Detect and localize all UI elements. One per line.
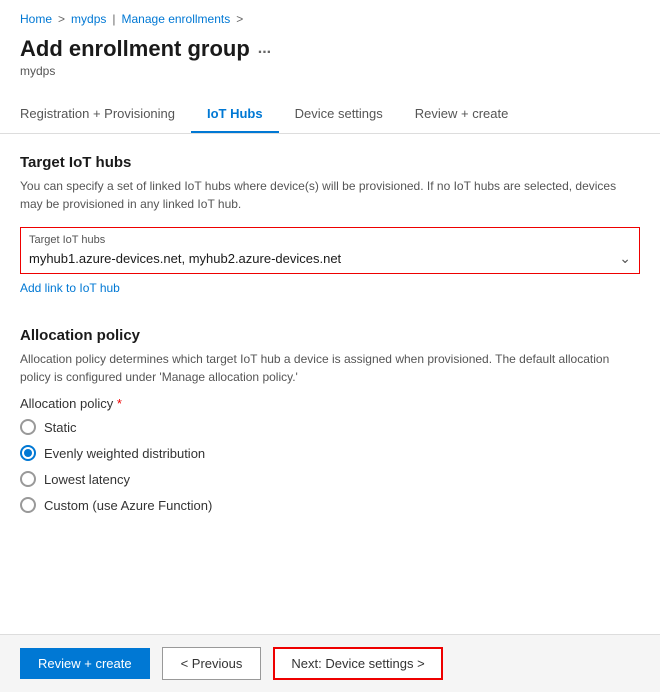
target-iot-hubs-title: Target IoT hubs [20, 154, 640, 171]
target-iot-hubs-value: myhub1.azure-devices.net, myhub2.azure-d… [29, 251, 341, 266]
radio-evenly-weighted-label: Evenly weighted distribution [44, 446, 205, 461]
required-marker: * [117, 396, 122, 411]
radio-static-label: Static [44, 420, 77, 435]
radio-custom[interactable]: Custom (use Azure Function) [20, 497, 640, 513]
add-link-iot-hub[interactable]: Add link to IoT hub [20, 281, 120, 295]
allocation-policy-label: Allocation policy * [20, 396, 640, 411]
radio-evenly-weighted[interactable]: Evenly weighted distribution [20, 445, 640, 461]
target-iot-hubs-field-label: Target IoT hubs [29, 234, 631, 246]
allocation-policy-desc: Allocation policy determines which targe… [20, 350, 640, 386]
radio-custom-circle [20, 497, 36, 513]
allocation-policy-radio-group: Static Evenly weighted distribution Lowe… [20, 419, 640, 513]
radio-static[interactable]: Static [20, 419, 640, 435]
tab-iot-hubs[interactable]: IoT Hubs [191, 96, 279, 133]
next-device-settings-button[interactable]: Next: Device settings > [273, 647, 442, 680]
footer: Review + create < Previous Next: Device … [0, 634, 660, 692]
tab-registration[interactable]: Registration + Provisioning [20, 96, 191, 133]
radio-lowest-latency[interactable]: Lowest latency [20, 471, 640, 487]
tab-device-settings[interactable]: Device settings [279, 96, 399, 133]
radio-static-circle [20, 419, 36, 435]
breadcrumb-home[interactable]: Home [20, 12, 52, 26]
breadcrumb-sep3: > [236, 12, 243, 26]
breadcrumb: Home > mydps | Manage enrollments > [0, 0, 660, 32]
tab-bar: Registration + Provisioning IoT Hubs Dev… [0, 96, 660, 134]
breadcrumb-manage[interactable]: Manage enrollments [122, 12, 231, 26]
allocation-policy-title: Allocation policy [20, 327, 640, 344]
allocation-policy-section: Allocation policy Allocation policy dete… [20, 327, 640, 513]
page-header: Add enrollment group ... mydps [0, 32, 660, 88]
tab-review-create[interactable]: Review + create [399, 96, 525, 133]
target-iot-hubs-select[interactable]: myhub1.azure-devices.net, myhub2.azure-d… [29, 250, 631, 267]
page-title-text: Add enrollment group [20, 36, 250, 62]
previous-button[interactable]: < Previous [162, 647, 262, 680]
breadcrumb-sep2: | [112, 12, 115, 26]
radio-custom-label: Custom (use Azure Function) [44, 498, 212, 513]
radio-lowest-latency-label: Lowest latency [44, 472, 130, 487]
page-subtitle: mydps [20, 64, 640, 78]
chevron-down-icon: ⌄ [619, 250, 631, 267]
review-create-button[interactable]: Review + create [20, 648, 150, 679]
target-iot-hubs-field[interactable]: Target IoT hubs myhub1.azure-devices.net… [20, 227, 640, 274]
radio-evenly-weighted-circle [20, 445, 36, 461]
breadcrumb-sep1: > [58, 12, 65, 26]
target-iot-hubs-desc: You can specify a set of linked IoT hubs… [20, 177, 640, 213]
main-content: Target IoT hubs You can specify a set of… [0, 134, 660, 533]
page-title-ellipsis[interactable]: ... [258, 40, 271, 58]
radio-lowest-latency-circle [20, 471, 36, 487]
breadcrumb-mydps[interactable]: mydps [71, 12, 106, 26]
